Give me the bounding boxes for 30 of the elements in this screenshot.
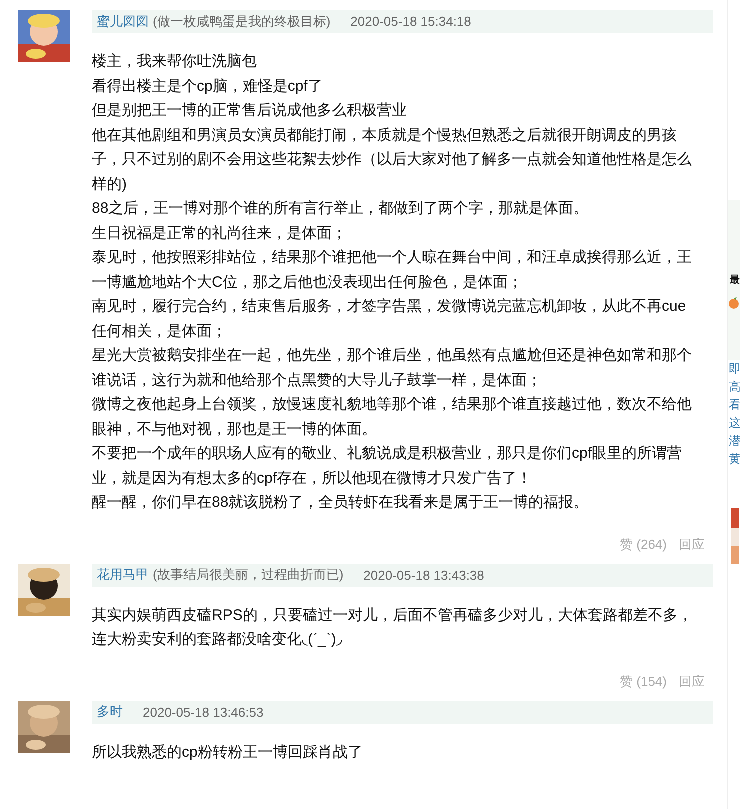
- comment-text: 醒一醒，你们早在88就该脱粉了，全员转虾在我看来是属于王一博的福报。: [92, 493, 590, 513]
- comment-time: 2020-05-18 15:34:18: [350, 14, 472, 29]
- like-link[interactable]: 赞 (154): [620, 672, 667, 690]
- comment-text: 他在其他剧组和男演员女演员都能打闹，本质就是个慢热但熟悉之后就很开朗调皮的男孩子，只不过别的剧不会用这些花絮去炒作（以后大家对他了解多一点就会知道他性格是怎么样的): [92, 126, 693, 194]
- peach-icon: [728, 297, 740, 309]
- author-link[interactable]: 蜜儿図図: [97, 12, 149, 30]
- reply-link[interactable]: 回应: [679, 536, 705, 554]
- comment-text: 88之后，王一博对那个谁的所有言行举止，都做到了两个字，那就是体面。: [92, 199, 590, 219]
- comment-time: 2020-05-18 13:43:38: [364, 568, 484, 582]
- sidebar-heading: 最: [729, 274, 740, 287]
- comment-text: 星光大赏被鹅安排坐在一起，他先坐，那个谁后坐，他虽然有点尴尬但还是神色如常和那个谁说话，这行为就和他给那个点黑赞的大导儿子鼓掌一样，是体面；: [92, 346, 693, 390]
- author-link[interactable]: 花用马甲: [97, 566, 149, 584]
- reply-link[interactable]: 回应: [679, 672, 705, 690]
- sidebar-link[interactable]: 高: [728, 378, 740, 396]
- comment-text: 所以我熟悉的cp粉转粉王一博回踩肖战了: [92, 742, 364, 762]
- comment-text: 南见时，履行完合约，结束售后服务，才签字告黑，发微博说完蓝忘机卸妆，从此不再cue任何相关，是体面；: [92, 297, 688, 342]
- comment-text: 不要把一个成年的职场人应有的敬业、礼貌说成是积极营业，那只是你们cpf眼里的所谓营业，就是因为有想太多的cpf存在，所以他现在微博才只发广告了！: [92, 444, 684, 488]
- comment-time: 2020-05-18 13:46:53: [143, 704, 264, 720]
- comment-text: 看得出楼主是个cp脑，难怪是cpf了: [92, 76, 324, 96]
- like-link[interactable]: 赞 (264): [620, 536, 667, 554]
- sidebar-link[interactable]: 即: [728, 360, 740, 378]
- author-signature: (做一枚咸鸭蛋是我的终极目标): [153, 12, 331, 30]
- comment-text: 其实内娱萌西皮磕RPS的，只要磕过一对儿，后面不管再磕多少对儿，大体套路都差不多，连大粉卖安利的套路都没啥变化◟(ˊ_ˋ)◞: [92, 606, 694, 650]
- comment-text: 泰见时，他按照彩排站位，结果那个谁把他一个人晾在舞台中间，和汪卓成挨得那么近，王一博尴尬地站个大C位，那之后他也没表现出任何脸色，是体面；: [92, 248, 693, 292]
- comment-text: 但是别把王一博的正常售后说成他多么积极营业: [92, 101, 408, 121]
- comment-text: 楼主，我来帮你吐洗脑包: [92, 52, 258, 72]
- author-link[interactable]: 多时: [97, 703, 123, 721]
- comment-text: 生日祝福是正常的礼尚往来，是体面；: [92, 224, 348, 244]
- author-signature: (故事结局很美丽，过程曲折而已): [153, 566, 344, 584]
- comment-text: 微博之夜他起身上台领奖，放慢速度礼貌地等那个谁，结果那个谁直接越过他，数次不给他眼神，不与他对视，那也是王一博的体面。: [92, 395, 693, 440]
